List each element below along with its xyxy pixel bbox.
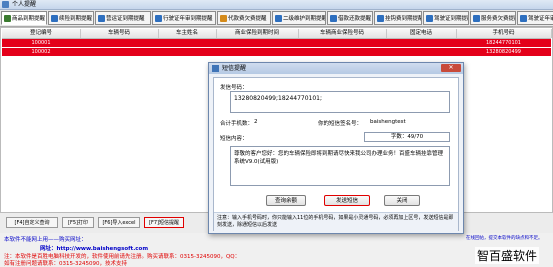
- tab-icon: [473, 15, 480, 22]
- purchase-link[interactable]: 本软件不能网上用——购买网址：: [4, 235, 87, 243]
- sms-dialog: 短信提醒 ✕ 发信号码： 13280820499;18244770101; 合计…: [208, 62, 464, 234]
- sms-icon: [212, 65, 219, 72]
- tab-7[interactable]: 挂钩费到期提醒: [374, 11, 422, 25]
- count-label: 合计手机数：: [220, 121, 254, 127]
- table-cell: 13280820499: [486, 49, 521, 55]
- tab-10[interactable]: 驾驶证年审到期提醒: [517, 11, 553, 25]
- table-header: 登记编号 车辆号码 车主姓名 商业保险到期时间 车辆商业保险号码 固定电话 手机号码: [2, 29, 552, 39]
- tab-label: 行驶证年审到期提醒: [163, 16, 213, 22]
- tab-bar: 商品到期提醒 续险到期提醒 营运证到期提醒 行驶证年审到期提醒 代款费欠费提醒 二级维护到…: [0, 10, 553, 27]
- column-header[interactable]: 固定电话: [386, 29, 457, 38]
- table-cell: [80, 39, 158, 47]
- window-titlebar: 个人提醒: [0, 0, 553, 10]
- table-cell: 100002: [31, 49, 51, 55]
- app-icon: [2, 1, 9, 8]
- tab-5[interactable]: 二级维护到期提醒: [272, 11, 326, 25]
- tab-1[interactable]: 续险到期提醒: [48, 11, 94, 25]
- table-cell: [158, 39, 216, 47]
- export-excel-button[interactable]: [F6]导入excel: [98, 217, 140, 228]
- recipients-field[interactable]: 13280820499;18244770101;: [230, 91, 450, 113]
- table-cell: [216, 48, 298, 56]
- tab-6[interactable]: 借款还款提醒: [327, 11, 373, 25]
- table-cell: [298, 39, 386, 47]
- table-cell: [80, 48, 158, 56]
- tab-label: 驾驶证到期提醒: [434, 16, 469, 22]
- tab-3[interactable]: 行驶证年审到期提醒: [152, 11, 216, 25]
- char-counter: 字数：49/70: [364, 132, 450, 142]
- tab-icon: [330, 15, 337, 22]
- sender-label: 你的短信签名号：: [318, 121, 363, 127]
- table-row[interactable]: 100001 18244770101: [2, 39, 551, 47]
- tab-icon: [275, 15, 282, 22]
- note-bar: 注意：输入手机号码时，你只能输入11位的手机号码，如果是小灵通号码，必须再加上区…: [214, 212, 458, 231]
- table-cell: [386, 39, 456, 47]
- sender-value: baishengtest: [370, 119, 406, 125]
- column-header[interactable]: 车辆商业保险号码: [298, 29, 387, 38]
- website-link[interactable]: 网址：http://www.baishengsoft.com: [40, 244, 148, 252]
- table-cell: [298, 48, 386, 56]
- window-title: 个人提醒: [12, 1, 37, 8]
- tab-icon: [51, 15, 58, 22]
- tab-label: 营运证到期提醒: [106, 16, 145, 22]
- tab-icon: [98, 15, 105, 22]
- tab-label: 挂钩费到期提醒: [385, 16, 422, 22]
- column-header[interactable]: 车主姓名: [158, 29, 217, 38]
- print-button[interactable]: [F5]打印: [62, 217, 94, 228]
- tab-label: 商品到期提醒: [12, 16, 46, 22]
- footer: 本软件不能网上用——购买网址： 在线回帖，提交本软件的缺点和不足。 网址：htt…: [0, 233, 553, 267]
- tab-icon: [155, 15, 162, 22]
- tab-icon: [520, 15, 527, 22]
- tab-9[interactable]: 服务费欠费提醒: [470, 11, 516, 25]
- sms-reminder-button[interactable]: [F7]短信提醒: [144, 217, 184, 228]
- tab-icon: [377, 15, 384, 22]
- content-label: 短信内容：: [220, 136, 248, 142]
- table-cell: [216, 39, 298, 47]
- column-header[interactable]: 商业保险到期时间: [216, 29, 299, 38]
- close-button[interactable]: 关闭: [384, 195, 420, 206]
- dialog-body: 发信号码： 13280820499;18244770101; 合计手机数： 2 …: [213, 77, 459, 231]
- dialog-titlebar: 短信提醒 ✕: [209, 63, 463, 74]
- table-cell: [386, 48, 456, 56]
- tab-icon: [220, 15, 227, 22]
- recipients-label: 发信号码：: [220, 85, 248, 91]
- watermark: 智百盛软件: [474, 247, 539, 264]
- table-row[interactable]: 100002 13280820499: [2, 48, 551, 56]
- table-cell: 100001: [31, 40, 51, 46]
- tab-2[interactable]: 营运证到期提醒: [95, 11, 151, 25]
- count-value: 2: [254, 119, 258, 125]
- query-balance-button[interactable]: 查询余额: [266, 195, 306, 206]
- tab-label: 续险到期提醒: [59, 16, 93, 22]
- tab-icon: [4, 15, 11, 22]
- note-text: 注意：输入手机号码时，你只能输入11位的手机号码，如果是小灵通号码，必须再加上区…: [217, 215, 454, 228]
- table-cell: 18244770101: [486, 40, 521, 46]
- tab-label: 借款还款提醒: [338, 16, 372, 22]
- tab-label: 驾驶证年审到期提醒: [528, 16, 553, 22]
- message-textarea[interactable]: 尊敬的客户您好：您的车辆保险即将到期请尽快来我公司办理业务！百盛车辆挂靠管理系统…: [230, 146, 450, 186]
- dialog-close-icon[interactable]: ✕: [441, 64, 461, 72]
- tab-8[interactable]: 驾驶证到期提醒: [423, 11, 469, 25]
- tab-label: 服务费欠费提醒: [481, 16, 516, 22]
- custom-query-button[interactable]: [F4]自定义查询: [6, 217, 58, 228]
- column-header[interactable]: 车辆号码: [80, 29, 159, 38]
- send-sms-button[interactable]: 发送短信: [324, 195, 370, 206]
- column-header[interactable]: 登记编号: [2, 29, 81, 38]
- tab-label: 二级维护到期提醒: [283, 16, 326, 22]
- tab-4[interactable]: 代款费欠费提醒: [217, 11, 271, 25]
- column-header[interactable]: 手机号码: [456, 29, 552, 38]
- tab-icon: [426, 15, 433, 22]
- feedback-link[interactable]: 在线回帖，提交本软件的缺点和不足。: [466, 235, 543, 241]
- tab-0[interactable]: 商品到期提醒: [1, 11, 47, 25]
- table-cell: [158, 48, 216, 56]
- dialog-title: 短信提醒: [222, 65, 247, 72]
- tab-label: 代款费欠费提醒: [228, 16, 267, 22]
